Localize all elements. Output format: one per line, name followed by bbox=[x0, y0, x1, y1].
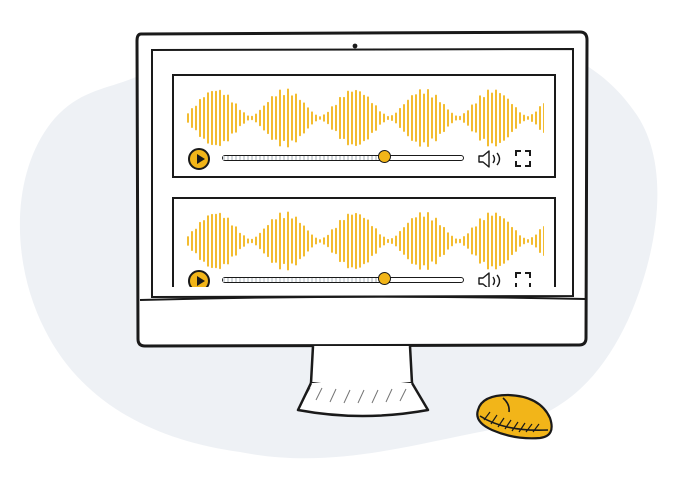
webcam-dot bbox=[352, 43, 358, 49]
monitor-stand bbox=[309, 345, 414, 388]
progress-handle[interactable] bbox=[377, 272, 391, 285]
play-icon bbox=[197, 154, 205, 164]
progress-fill bbox=[223, 278, 384, 282]
monitor-stand-base bbox=[296, 382, 430, 418]
audio-player-2 bbox=[172, 197, 556, 287]
audio-waveform bbox=[187, 211, 544, 271]
progress-track[interactable] bbox=[222, 272, 464, 285]
audio-waveform bbox=[187, 88, 544, 148]
progress-handle[interactable] bbox=[377, 150, 391, 163]
volume-icon[interactable] bbox=[477, 271, 507, 287]
fullscreen-icon[interactable] bbox=[515, 150, 531, 167]
progress-fill bbox=[223, 156, 384, 160]
play-icon bbox=[197, 276, 205, 286]
volume-icon[interactable] bbox=[477, 149, 507, 169]
play-button[interactable] bbox=[188, 148, 210, 170]
fullscreen-icon[interactable] bbox=[515, 272, 531, 287]
player-controls bbox=[188, 270, 544, 287]
progress-track[interactable] bbox=[222, 150, 464, 163]
audio-player-1 bbox=[172, 74, 556, 178]
player-controls bbox=[188, 148, 544, 170]
play-button[interactable] bbox=[188, 270, 210, 287]
